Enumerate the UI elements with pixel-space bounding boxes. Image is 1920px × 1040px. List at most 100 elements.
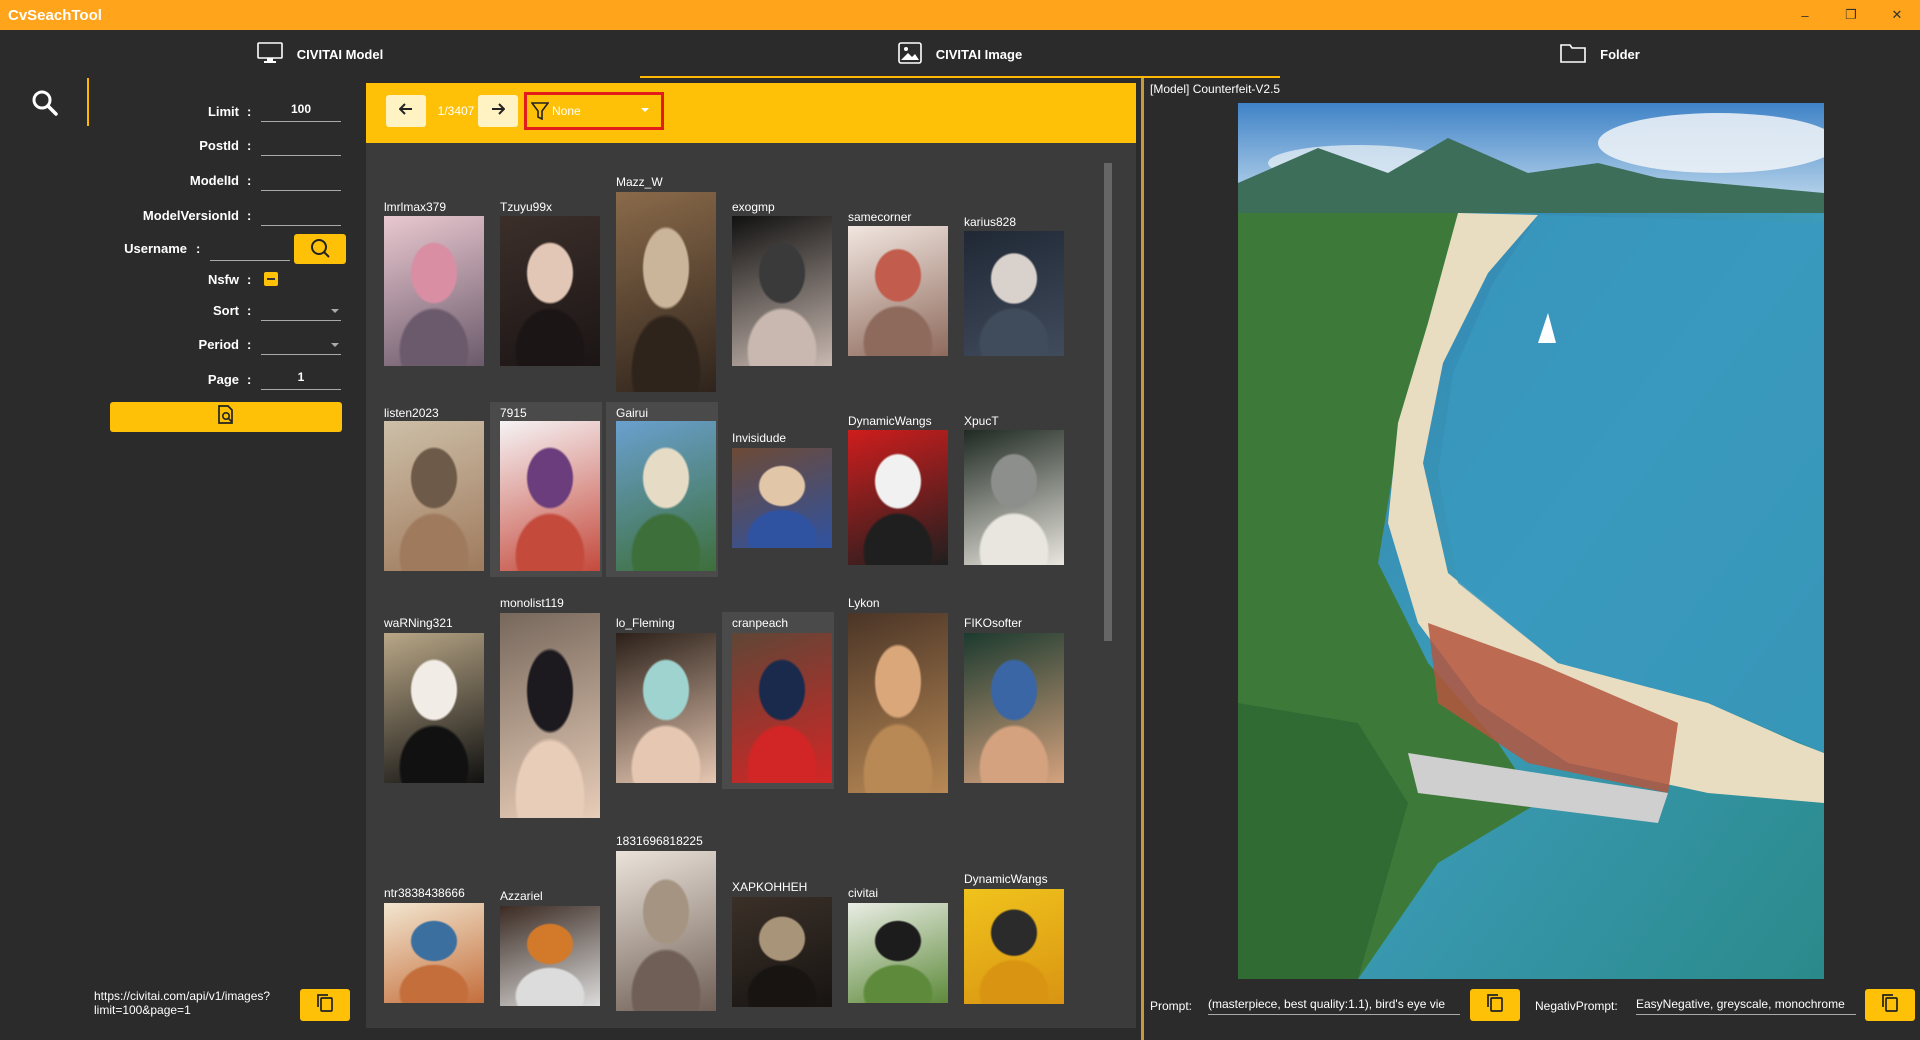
gallery-username: samecorner xyxy=(848,210,912,224)
gallery-username: Lykon xyxy=(848,596,880,610)
postid-row: PostId : xyxy=(0,136,360,158)
gallery-item[interactable]: civitai xyxy=(838,882,950,1009)
postid-field[interactable] xyxy=(261,136,341,156)
gallery-item[interactable]: Mazz_W xyxy=(606,171,718,398)
window-controls: – ❐ ✕ xyxy=(1782,0,1920,30)
gallery-username: DynamicWangs xyxy=(848,414,932,428)
colon: : xyxy=(247,303,252,318)
gallery-item[interactable]: DynamicWangs xyxy=(954,868,1066,1010)
gallery-item[interactable]: lmrlmax379 xyxy=(378,196,486,372)
username-label: Username xyxy=(124,241,187,256)
gallery-thumbnail xyxy=(616,851,716,1011)
search-icon xyxy=(309,237,331,262)
next-page-button[interactable] xyxy=(478,95,518,127)
nsfw-checkbox[interactable] xyxy=(264,272,278,286)
tab-civitai-image[interactable]: CIVITAI Image xyxy=(640,30,1280,78)
prompt-field[interactable]: (masterpiece, best quality:1.1), bird's … xyxy=(1208,997,1460,1011)
gallery-username: FIKOsofter xyxy=(964,616,1023,630)
gallery-username: Mazz_W xyxy=(616,175,663,189)
search-images-button[interactable] xyxy=(110,402,342,432)
limit-field[interactable]: 100 xyxy=(261,102,341,122)
colon: : xyxy=(247,372,252,387)
sort-label: Sort xyxy=(213,303,239,318)
copy-negative-prompt-button[interactable] xyxy=(1865,989,1915,1021)
gallery-thumbnail xyxy=(848,430,948,565)
gallery-item[interactable]: Invisidude xyxy=(722,427,834,554)
page-field[interactable]: 1 xyxy=(261,370,341,390)
gallery-username: karius828 xyxy=(964,215,1017,229)
gallery-username: Azzariel xyxy=(500,889,543,903)
gallery-username: cranpeach xyxy=(732,616,789,630)
monitor-icon xyxy=(256,41,283,67)
gallery-thumbnail xyxy=(848,226,948,356)
api-url: https://civitai.com/api/v1/images? limit… xyxy=(94,989,270,1017)
gallery-username: 7915 xyxy=(500,406,527,420)
gallery-item[interactable]: XAPKOHHEH xyxy=(722,876,834,1013)
sort-row: Sort : xyxy=(0,301,360,323)
gallery-item[interactable]: ntr3838438666 xyxy=(378,882,486,1009)
close-button[interactable]: ✕ xyxy=(1874,0,1920,30)
gallery-thumbnail xyxy=(384,216,484,366)
negative-prompt-field[interactable]: EasyNegative, greyscale, monochrome xyxy=(1636,997,1856,1011)
negative-prompt-underline xyxy=(1636,1014,1856,1015)
modelversionid-label: ModelVersionId xyxy=(142,208,239,223)
sort-dropdown[interactable] xyxy=(261,301,341,321)
model-tag: [Model] xyxy=(1150,82,1190,96)
gallery-item[interactable]: Lykon xyxy=(838,592,950,799)
gallery-username: Gairui xyxy=(616,406,649,420)
modelid-field[interactable] xyxy=(261,171,341,191)
gallery-item[interactable]: FIKOsofter xyxy=(954,612,1066,789)
colon: : xyxy=(247,337,252,352)
gallery-item[interactable]: cranpeach xyxy=(722,612,834,789)
gallery-thumbnail xyxy=(964,889,1064,1004)
chevron-down-icon xyxy=(641,108,649,112)
minimize-button[interactable]: – xyxy=(1782,0,1828,30)
modelversionid-field[interactable] xyxy=(261,206,341,226)
gallery-scrollbar[interactable] xyxy=(1104,163,1112,641)
gallery-item[interactable]: lo_Fleming xyxy=(606,612,718,789)
gallery-item[interactable]: exogmp xyxy=(722,196,834,372)
username-field[interactable] xyxy=(210,241,290,261)
gallery-item[interactable]: Azzariel xyxy=(490,885,602,1012)
gallery-item[interactable]: samecorner xyxy=(838,206,950,362)
gallery-username: ntr3838438666 xyxy=(384,886,465,900)
gallery-username: XAPKOHHEH xyxy=(732,880,808,894)
page-label: Page xyxy=(207,372,239,387)
nsfw-row: Nsfw : xyxy=(0,270,360,290)
gallery-username: DynamicWangs xyxy=(964,872,1048,886)
tab-civitai-model[interactable]: CIVITAI Model xyxy=(0,30,640,78)
gallery-item[interactable]: karius828 xyxy=(954,211,1066,362)
gallery-item[interactable]: waRNing321 xyxy=(378,612,486,789)
gallery-toolbar: 1/3407 None xyxy=(366,83,1136,143)
page-indicator: 1/3407 xyxy=(437,104,475,118)
copy-url-button[interactable] xyxy=(300,989,350,1021)
gallery-item[interactable]: Gairui xyxy=(606,402,718,577)
gallery-thumbnail xyxy=(384,903,484,1003)
gallery-item[interactable]: 7915 xyxy=(490,402,602,577)
gallery-item[interactable]: monolist119 xyxy=(490,592,602,824)
api-url-line1: https://civitai.com/api/v1/images? xyxy=(94,989,271,1003)
filter-inner: None xyxy=(531,99,657,123)
period-label: Period xyxy=(198,337,239,352)
prev-page-button[interactable] xyxy=(386,95,426,127)
gallery-username: 1831696818225 xyxy=(616,834,703,848)
username-search-button[interactable] xyxy=(294,234,346,264)
filter-dropdown[interactable]: None xyxy=(524,92,664,130)
gallery-item[interactable]: Tzuyu99x xyxy=(490,196,602,372)
negative-prompt-label: NegativPrompt: xyxy=(1535,999,1618,1013)
copy-icon xyxy=(1880,992,1900,1019)
gallery-username: exogmp xyxy=(732,200,775,214)
restore-button[interactable]: ❐ xyxy=(1828,0,1874,30)
gallery-item[interactable]: XpucT xyxy=(954,410,1066,571)
copy-prompt-button[interactable] xyxy=(1470,989,1520,1021)
period-dropdown[interactable] xyxy=(261,335,341,355)
tab-label: CIVITAI Model xyxy=(296,46,384,62)
arrow-left-icon xyxy=(398,102,413,120)
api-url-line2: limit=100&page=1 xyxy=(94,1003,191,1017)
gallery-thumbnail xyxy=(964,633,1064,783)
gallery-panel: 1/3407 None lmrlmax379 Tzuyu99x Mazz_Wexog… xyxy=(366,83,1136,1028)
tab-folder[interactable]: Folder xyxy=(1280,30,1920,78)
gallery-item[interactable]: 1831696818225 xyxy=(606,830,718,1017)
gallery-item[interactable]: DynamicWangs xyxy=(838,410,950,571)
gallery-item[interactable]: listen2023 xyxy=(378,402,486,577)
